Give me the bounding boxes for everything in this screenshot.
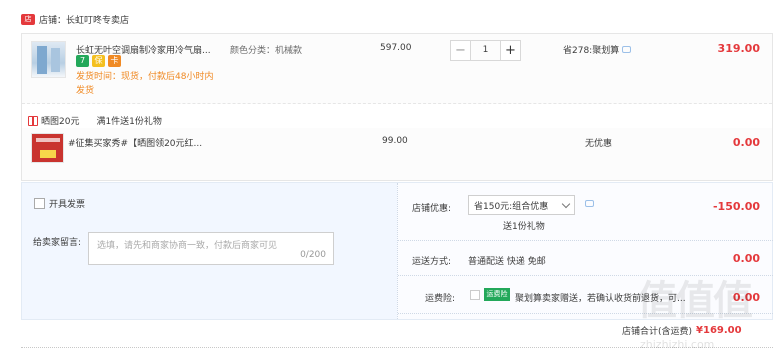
unit-price-2: 99.00 [382,136,408,146]
insurance-badge: 运费险 [484,288,510,301]
chevron-down-icon [561,199,571,208]
shop-icon: 店 [21,13,35,25]
message-field[interactable]: 选填，请先和商家协商一致，付款后商家可见 0/200 [88,232,334,265]
item-total-1: 319.00 [717,42,760,55]
seven-day-return-icon[interactable]: 7 [76,55,89,67]
promo-text-1: 省278:聚划算 [563,46,620,56]
discount-selected: 省150元:组合优惠 [474,201,549,212]
invoice-label: 开具发票 [49,200,86,210]
quantity-stepper: − 1 + [450,40,521,62]
message-label: 给卖家留言: [33,238,82,248]
quantity-plus-button[interactable]: + [500,40,521,61]
shop-name[interactable]: 店铺：长虹叮咚专卖店 [39,13,129,26]
discount-label: 店铺优惠: [412,204,452,214]
invoice-option[interactable]: 开具发票 [34,197,85,210]
product-spec-1: 颜色分类：机械款 [230,46,303,56]
service-badges: 7 保 卡 [76,55,121,67]
unit-price-1: 597.00 [380,43,412,53]
message-placeholder: 选填，请先和商家协商一致，付款后商家可见 [97,241,278,251]
item-total-2: 0.00 [732,136,760,149]
gift-line: 晒图20元 满1件送1份礼物 [28,114,162,127]
message-counter: 0/200 [300,250,326,260]
shipping-amount: 0.00 [732,252,760,265]
shipping-time: 发货时间：现货，付款后48小时内发货 [76,72,214,96]
watermark-logo: 值值值 [637,278,753,324]
chat-icon[interactable] [622,46,632,53]
shipping-method-label: 运送方式: [412,257,452,267]
shop-total-value: ¥169.00 [696,325,742,336]
gift-label: 晒图20元 [41,117,80,127]
promo-text-2: 无优惠 [585,139,613,149]
insurance-checkbox[interactable] [470,290,480,300]
quantity-input[interactable]: 1 [471,40,500,61]
shop-header: 店 店铺：长虹叮咚专卖店 [21,12,129,26]
promo-1: 省278:聚划算 [563,43,632,56]
gift-icon [28,115,38,126]
shipping-method-value: 普通配送 快递 免邮 [468,257,546,267]
discount-value: -150.00 [712,200,760,213]
quantity-minus-button[interactable]: − [450,40,471,61]
product-thumbnail-1[interactable] [31,41,66,78]
watermark-text: zhizhizhi.com [640,338,715,351]
product-title-2[interactable]: #征集买家秀#【晒图领20元红... [68,136,208,149]
guarantee-icon[interactable]: 保 [92,55,105,67]
chat-icon[interactable] [585,200,594,207]
discount-gift: 送1份礼物 [503,222,545,232]
insurance-label: 运费险: [425,294,456,304]
invoice-checkbox[interactable] [34,198,45,209]
card-icon[interactable]: 卡 [108,55,121,67]
product-thumbnail-2[interactable] [31,133,64,163]
gift-tag: 满1件送1份礼物 [96,117,162,127]
discount-select[interactable]: 省150元:组合优惠 [468,195,575,215]
